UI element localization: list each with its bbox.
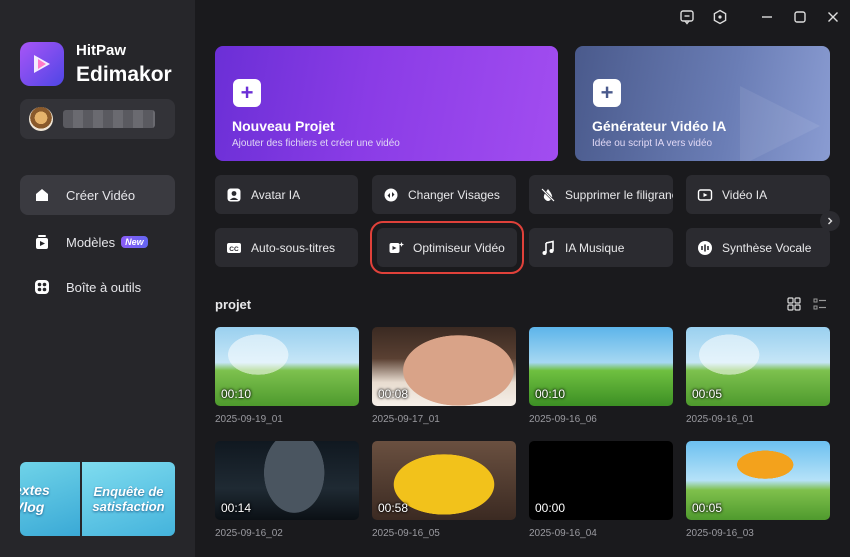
project-duration: 00:14	[221, 501, 252, 515]
project-thumbnail[interactable]: 00:10	[215, 327, 359, 406]
nav-models-label: Modèles	[66, 234, 116, 250]
ai-video-generator-card[interactable]: + Générateur Vidéo IA Idée ou script IA …	[575, 46, 830, 161]
project-card[interactable]: 00:14 2025-09-16_02	[215, 441, 359, 539]
tool-video-optimizer[interactable]: Optimiseur Vidéo	[370, 221, 524, 274]
project-thumbnail[interactable]: 00:14	[215, 441, 359, 520]
project-card[interactable]: 00:05 2025-09-16_03	[686, 441, 830, 539]
tool-tts-label: Synthèse Vocale	[722, 240, 812, 255]
tool-video-ia[interactable]: Vidéo IA	[686, 175, 830, 214]
ai-video-generator-subtitle: Idée ou script IA vers vidéo	[592, 138, 713, 149]
project-duration: 00:00	[535, 501, 566, 515]
promo-survey-text: Enquête de satisfaction	[92, 484, 165, 514]
project-thumbnail[interactable]: 00:05	[686, 327, 830, 406]
plus-icon: +	[233, 79, 261, 107]
tool-ia-music-label: IA Musique	[565, 240, 625, 255]
tool-tts[interactable]: Synthèse Vocale	[686, 228, 830, 267]
plus-icon: +	[593, 79, 621, 107]
tool-video-ia-label: Vidéo IA	[722, 187, 768, 202]
project-name: 2025-09-16_04	[529, 528, 597, 539]
brand-main: Edimakor	[76, 63, 172, 86]
video-enhance-icon	[387, 239, 405, 257]
new-project-subtitle: Ajouter des fichiers et créer une vidéo	[232, 138, 400, 149]
project-card[interactable]: 00:08 2025-09-17_01	[372, 327, 516, 425]
new-project-title: Nouveau Projet	[232, 118, 335, 134]
nav-create-video-label: Créer Vidéo	[66, 187, 136, 203]
promo-vlog[interactable]: extesVlog	[20, 462, 80, 536]
settings-icon[interactable]	[711, 8, 729, 26]
sidebar: HitPaw Edimakor Créer Vidéo Modèles New …	[0, 0, 195, 557]
toolbox-icon	[32, 277, 52, 297]
project-thumbnail[interactable]: 00:58	[372, 441, 516, 520]
promo-banner[interactable]: extesVlog Enquête de satisfaction	[20, 462, 175, 536]
project-duration: 00:05	[692, 387, 723, 401]
new-badge: New	[121, 236, 148, 248]
nav-toolbox-label: Boîte à outils	[66, 279, 142, 295]
promo-survey[interactable]: Enquête de satisfaction	[82, 462, 175, 536]
project-thumbnail[interactable]: 00:10	[529, 327, 673, 406]
svg-text:CC: CC	[229, 245, 239, 252]
music-note-icon	[539, 239, 557, 257]
close-icon[interactable]	[824, 8, 842, 26]
project-card[interactable]: 00:05 2025-09-16_01	[686, 327, 830, 425]
project-name: 2025-09-16_06	[529, 414, 597, 425]
tool-remove-watermark-label: Supprimer le filigrane	[565, 187, 673, 202]
voice-wave-icon	[696, 239, 714, 257]
maximize-icon[interactable]	[791, 8, 809, 26]
tool-face-swap-label: Changer Visages	[408, 187, 500, 202]
project-duration: 00:10	[221, 387, 252, 401]
project-card[interactable]: 00:10 2025-09-16_06	[529, 327, 673, 425]
project-name: 2025-09-16_01	[686, 414, 754, 425]
feedback-icon[interactable]	[678, 8, 696, 26]
app-logo	[20, 42, 64, 86]
project-name: 2025-09-17_01	[372, 414, 440, 425]
watermark-remove-icon	[539, 186, 557, 204]
user-account[interactable]	[20, 99, 175, 139]
list-view-icon[interactable]	[813, 297, 827, 311]
nav-toolbox[interactable]: Boîte à outils	[20, 267, 175, 307]
project-card[interactable]: 00:10 2025-09-19_01	[215, 327, 359, 425]
brand-top: HitPaw	[76, 42, 127, 59]
project-name: 2025-09-16_05	[372, 528, 440, 539]
minimize-icon[interactable]	[758, 8, 776, 26]
project-name: 2025-09-19_01	[215, 414, 283, 425]
project-card[interactable]: 00:58 2025-09-16_05	[372, 441, 516, 539]
tool-face-swap[interactable]: Changer Visages	[372, 175, 516, 214]
projects-title: projet	[215, 297, 252, 312]
project-thumbnail[interactable]: 00:08	[372, 327, 516, 406]
tool-ia-music[interactable]: IA Musique	[529, 228, 673, 267]
project-name: 2025-09-16_03	[686, 528, 754, 539]
tool-auto-subtitles-label: Auto-sous-titres	[251, 240, 336, 255]
avatar-icon	[225, 186, 243, 204]
tool-avatar-ia-label: Avatar IA	[251, 187, 301, 202]
face-swap-icon	[382, 186, 400, 204]
tool-remove-watermark[interactable]: Supprimer le filigrane	[529, 175, 673, 214]
ai-video-generator-title: Générateur Vidéo IA	[592, 118, 727, 134]
project-thumbnail[interactable]: 00:05	[686, 441, 830, 520]
ai-video-icon	[696, 186, 714, 204]
tool-video-optimizer-label: Optimiseur Vidéo	[413, 240, 505, 255]
grid-view-icon[interactable]	[787, 297, 801, 311]
play-logo-icon	[34, 55, 50, 73]
project-duration: 00:58	[378, 501, 409, 515]
avatar[interactable]	[29, 107, 53, 131]
project-duration: 00:10	[535, 387, 566, 401]
tool-auto-subtitles[interactable]: CC Auto-sous-titres	[215, 228, 358, 267]
tool-avatar-ia[interactable]: Avatar IA	[215, 175, 358, 214]
project-duration: 00:08	[378, 387, 409, 401]
project-thumbnail[interactable]: 00:00	[529, 441, 673, 520]
nav-create-video[interactable]: Créer Vidéo	[20, 175, 175, 215]
cc-icon: CC	[225, 239, 243, 257]
project-card[interactable]: 00:00 2025-09-16_04	[529, 441, 673, 539]
user-name-blurred	[63, 110, 155, 128]
new-project-card[interactable]: + Nouveau Projet Ajouter des fichiers et…	[215, 46, 558, 161]
nav-models[interactable]: Modèles New	[20, 222, 175, 262]
promo-vlog-text: extesVlog	[20, 482, 50, 515]
template-icon	[32, 232, 52, 252]
home-icon	[32, 185, 52, 205]
project-duration: 00:05	[692, 501, 723, 515]
project-name: 2025-09-16_02	[215, 528, 283, 539]
decor-play-icon	[740, 86, 820, 161]
